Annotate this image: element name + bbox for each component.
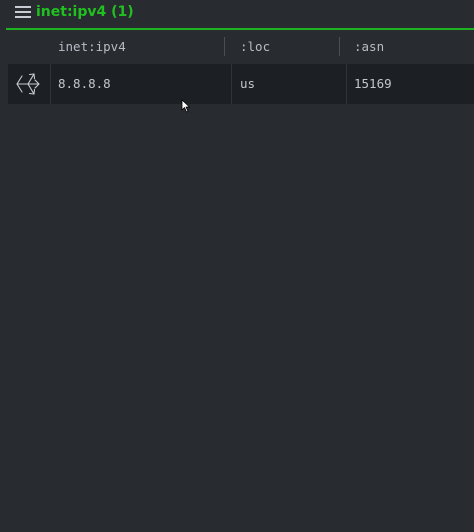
table-header: inet:ipv4 :loc :asn — [8, 34, 474, 62]
cell-loc[interactable]: us — [232, 64, 346, 104]
cell-ipv4[interactable]: 8.8.8.8 — [50, 64, 232, 104]
column-header-loc[interactable]: :loc — [232, 34, 346, 62]
hamburger-menu-icon[interactable] — [15, 4, 33, 20]
results-table: inet:ipv4 :loc :asn 8.8.8.8 us 15169 — [8, 34, 474, 104]
page-title: inet:ipv4 (1) — [36, 4, 134, 20]
row-icon-cell[interactable] — [8, 64, 50, 104]
table-row[interactable]: 8.8.8.8 us 15169 — [8, 64, 474, 104]
mouse-pointer-icon — [181, 99, 190, 113]
column-header-icon — [8, 34, 50, 62]
node-graph-icon[interactable] — [14, 70, 42, 98]
column-resize-handle[interactable] — [224, 37, 225, 56]
column-resize-handle[interactable] — [339, 37, 340, 56]
cell-asn[interactable]: 15169 — [346, 64, 474, 104]
column-header-asn[interactable]: :asn — [346, 34, 474, 62]
results-header: inet:ipv4 (1) — [6, 0, 474, 30]
column-header-ipv4[interactable]: inet:ipv4 — [50, 34, 232, 62]
